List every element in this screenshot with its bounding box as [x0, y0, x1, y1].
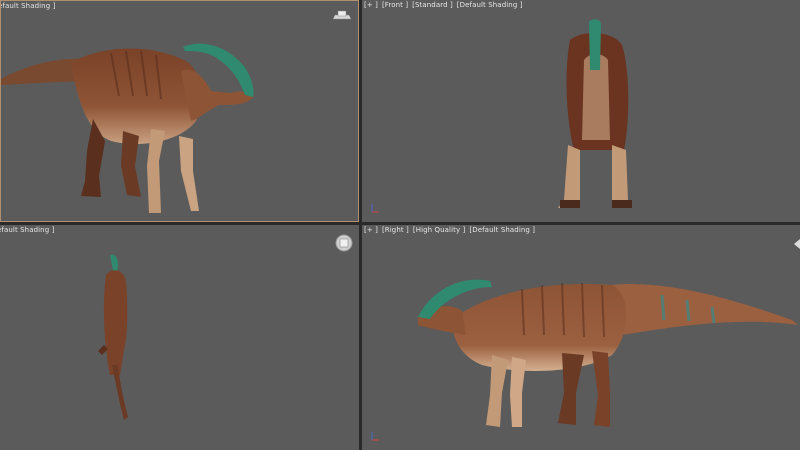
- axis-tripod-icon: [371, 204, 379, 213]
- dinosaur-model-right[interactable]: [362, 225, 800, 450]
- collapse-arrow-icon[interactable]: [794, 239, 800, 249]
- axis-tripod-icon: [371, 432, 379, 441]
- viewport-front[interactable]: [+ ] [Front ] [Standard ] [Default Shading …: [362, 0, 800, 222]
- viewport-top[interactable]: efault Shading ]: [0, 225, 359, 450]
- dinosaur-model-top[interactable]: [0, 225, 359, 450]
- viewport-perspective[interactable]: efault Shading ]: [0, 0, 359, 222]
- dinosaur-model-perspective[interactable]: [1, 1, 359, 222]
- dinosaur-model-front[interactable]: [362, 0, 800, 222]
- viewport-right[interactable]: [+ ] [Right ] [High Quality ] [Default Shad…: [362, 225, 800, 450]
